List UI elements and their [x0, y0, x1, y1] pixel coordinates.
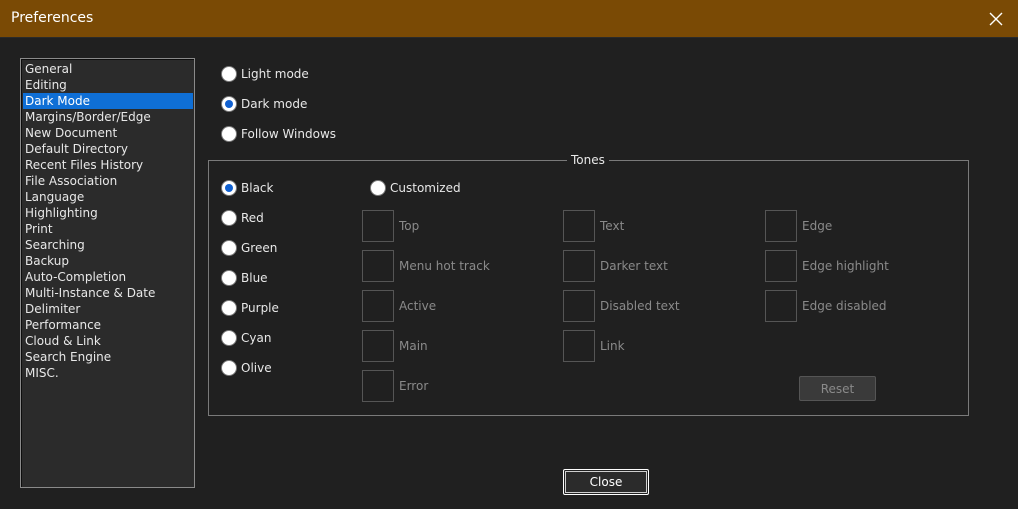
radio-circle[interactable]	[221, 330, 237, 346]
color-main-swatch[interactable]	[362, 330, 394, 362]
color-edge-highlight-label: Edge highlight	[802, 259, 889, 273]
color-error-row: Error	[362, 370, 428, 402]
radio-circle[interactable]	[221, 126, 237, 142]
radio-circle[interactable]	[221, 270, 237, 286]
radio-circle[interactable]	[221, 180, 237, 196]
window-title: Preferences	[11, 10, 94, 26]
radio-circle[interactable]	[221, 360, 237, 376]
tone-purple-radio[interactable]: Purple	[221, 299, 279, 317]
sidebar-item-dark-mode[interactable]: Dark Mode	[23, 93, 193, 109]
tone-olive-label: Olive	[241, 361, 272, 375]
color-active-label: Active	[399, 299, 437, 313]
tones-group-title: Tones	[567, 153, 609, 167]
tone-black-radio[interactable]: Black	[221, 179, 273, 197]
color-edge-highlight-row: Edge highlight	[765, 250, 889, 282]
follow-windows-label: Follow Windows	[241, 127, 337, 141]
tone-blue-label: Blue	[241, 271, 268, 285]
color-edge-disabled-swatch[interactable]	[765, 290, 797, 322]
sidebar-item-delimiter[interactable]: Delimiter	[23, 301, 193, 317]
color-error-swatch[interactable]	[362, 370, 394, 402]
title-bar: Preferences	[0, 0, 1018, 38]
color-darker-text-row: Darker text	[563, 250, 668, 282]
light-mode-radio[interactable]: Light mode	[221, 65, 309, 83]
sidebar-item-file-association[interactable]: File Association	[23, 173, 193, 189]
sidebar-item-editing[interactable]: Editing	[23, 77, 193, 93]
tone-black-label: Black	[241, 181, 274, 195]
tone-purple-label: Purple	[241, 301, 279, 315]
color-disabled-text-swatch[interactable]	[563, 290, 595, 322]
color-active-row: Active	[362, 290, 436, 322]
color-main-row: Main	[362, 330, 428, 362]
sidebar-item-recent-files-history[interactable]: Recent Files History	[23, 157, 193, 173]
dark-mode-radio[interactable]: Dark mode	[221, 95, 307, 113]
tone-olive-radio[interactable]: Olive	[221, 359, 272, 377]
sidebar-item-language[interactable]: Language	[23, 189, 193, 205]
color-text-label: Text	[600, 219, 625, 233]
color-link-swatch[interactable]	[563, 330, 595, 362]
close-button[interactable]: Close	[563, 469, 649, 495]
radio-circle[interactable]	[221, 66, 237, 82]
tone-cyan-label: Cyan	[241, 331, 272, 345]
tone-blue-radio[interactable]: Blue	[221, 269, 268, 287]
radio-circle[interactable]	[221, 210, 237, 226]
radio-circle[interactable]	[370, 180, 386, 196]
color-text-swatch[interactable]	[563, 210, 595, 242]
color-active-swatch[interactable]	[362, 290, 394, 322]
sidebar-item-new-document[interactable]: New Document	[23, 125, 193, 141]
sidebar-item-default-directory[interactable]: Default Directory	[23, 141, 193, 157]
color-darker-text-swatch[interactable]	[563, 250, 595, 282]
follow-windows-radio[interactable]: Follow Windows	[221, 125, 336, 143]
tone-cyan-radio[interactable]: Cyan	[221, 329, 271, 347]
color-edge-label: Edge	[802, 219, 833, 233]
reset-button[interactable]: Reset	[799, 376, 876, 401]
color-edge-highlight-swatch[interactable]	[765, 250, 797, 282]
color-top-label: Top	[399, 219, 420, 233]
radio-circle[interactable]	[221, 96, 237, 112]
category-list[interactable]: General Editing Dark Mode Margins/Border…	[20, 58, 195, 488]
color-disabled-text-row: Disabled text	[563, 290, 680, 322]
sidebar-item-multi-instance-date[interactable]: Multi-Instance & Date	[23, 285, 193, 301]
light-mode-label: Light mode	[241, 67, 309, 81]
color-edge-disabled-label: Edge disabled	[802, 299, 887, 313]
tone-customized-radio[interactable]: Customized	[370, 179, 461, 197]
sidebar-item-performance[interactable]: Performance	[23, 317, 193, 333]
sidebar-item-backup[interactable]: Backup	[23, 253, 193, 269]
tone-red-radio[interactable]: Red	[221, 209, 264, 227]
sidebar-item-highlighting[interactable]: Highlighting	[23, 205, 193, 221]
color-edge-disabled-row: Edge disabled	[765, 290, 887, 322]
sidebar-item-print[interactable]: Print	[23, 221, 193, 237]
sidebar-item-searching[interactable]: Searching	[23, 237, 193, 253]
radio-circle[interactable]	[221, 300, 237, 316]
color-main-label: Main	[399, 339, 428, 353]
color-error-label: Error	[399, 379, 429, 393]
color-disabled-text-label: Disabled text	[600, 299, 680, 313]
color-link-label: Link	[600, 339, 625, 353]
color-text-row: Text	[563, 210, 624, 242]
color-link-row: Link	[563, 330, 625, 362]
tone-red-label: Red	[241, 211, 264, 225]
tone-green-radio[interactable]: Green	[221, 239, 277, 257]
color-menu-hot-track-swatch[interactable]	[362, 250, 394, 282]
radio-circle[interactable]	[221, 240, 237, 256]
sidebar-item-auto-completion[interactable]: Auto-Completion	[23, 269, 193, 285]
color-menu-hot-track-row: Menu hot track	[362, 250, 490, 282]
sidebar-item-cloud-link[interactable]: Cloud & Link	[23, 333, 193, 349]
sidebar-item-general[interactable]: General	[23, 61, 193, 77]
sidebar-item-margins-border-edge[interactable]: Margins/Border/Edge	[23, 109, 193, 125]
tone-green-label: Green	[241, 241, 278, 255]
color-darker-text-label: Darker text	[600, 259, 668, 273]
dark-mode-label: Dark mode	[241, 97, 308, 111]
color-top-row: Top	[362, 210, 419, 242]
sidebar-item-search-engine[interactable]: Search Engine	[23, 349, 193, 365]
color-top-swatch[interactable]	[362, 210, 394, 242]
color-edge-swatch[interactable]	[765, 210, 797, 242]
color-edge-row: Edge	[765, 210, 832, 242]
color-menu-hot-track-label: Menu hot track	[399, 259, 490, 273]
sidebar-item-misc[interactable]: MISC.	[23, 365, 193, 381]
window-close-button[interactable]	[984, 7, 1008, 31]
close-icon	[989, 12, 1003, 26]
tone-customized-label: Customized	[390, 181, 461, 195]
